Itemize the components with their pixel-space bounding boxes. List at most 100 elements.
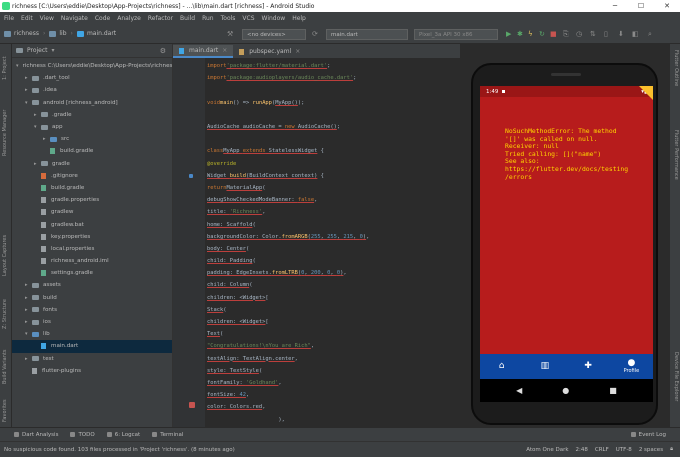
menu-build[interactable]: Build <box>180 15 195 22</box>
gradle-sync-icon[interactable]: ⇅ <box>590 30 596 38</box>
sync-icon[interactable]: ⟳ <box>312 30 318 38</box>
chevron-right-icon[interactable]: ▸ <box>34 112 41 118</box>
debug-icon[interactable]: ✱ <box>517 30 523 38</box>
tree-item[interactable]: key.properties <box>12 231 172 243</box>
chevron-down-icon[interactable]: ▾ <box>52 47 55 54</box>
tab-main-dart[interactable]: main.dart × <box>173 45 234 58</box>
phone-screen[interactable]: 1:49 ▾▮ NoSuchMethodError: The method '[… <box>480 86 653 402</box>
tree-item[interactable]: gradlew.bat <box>12 218 172 230</box>
tree-item[interactable]: ▾ lib <box>12 328 172 340</box>
sdk-manager-icon[interactable]: ⬇ <box>618 30 624 38</box>
favorites-tab[interactable]: Favorites <box>2 399 8 422</box>
tree-item[interactable]: gradlew <box>12 206 172 218</box>
breadcrumb-project[interactable]: richness <box>14 30 39 37</box>
hot-reload-icon[interactable]: ϟ <box>528 30 533 38</box>
menu-analyze[interactable]: Analyze <box>117 15 141 22</box>
tree-item[interactable]: ▾ richness C:\Users\eddie\Desktop\App-Pro… <box>12 60 175 72</box>
tree-item[interactable]: .gitignore <box>12 170 172 182</box>
nav-group[interactable]: ✚ <box>567 362 610 371</box>
tree-item[interactable]: settings.gradle <box>12 267 172 279</box>
chevron-right-icon[interactable]: ▸ <box>25 75 32 81</box>
event-log-tab[interactable]: Event Log <box>630 432 666 438</box>
close-tab-icon[interactable]: × <box>222 47 227 54</box>
home-button-icon[interactable]: ● <box>562 386 569 395</box>
line-separator[interactable]: CRLF <box>595 447 609 453</box>
tree-item[interactable]: main.dart <box>12 340 172 353</box>
tree-item[interactable]: ▸ gradle <box>12 158 172 170</box>
stop-icon[interactable]: ■ <box>550 30 557 38</box>
tree-item[interactable]: flutter-plugins <box>12 365 172 377</box>
tree-item[interactable]: richness_android.iml <box>12 255 172 267</box>
menu-help[interactable]: Help <box>292 15 306 22</box>
layout-captures-tab[interactable]: Layout Captures <box>2 235 8 276</box>
build-variants-tab[interactable]: Build Variants <box>2 350 8 384</box>
chevron-right-icon[interactable]: ▸ <box>25 307 32 313</box>
attach-icon[interactable]: ⎘ <box>563 30 569 39</box>
layout-inspector-icon[interactable]: ◧ <box>632 30 639 38</box>
nav-profile[interactable]: ● Profile <box>610 359 653 375</box>
chevron-down-icon[interactable]: ▾ <box>25 100 32 106</box>
tab-pubspec-yaml[interactable]: pubspec.yaml × <box>233 45 306 58</box>
tree-item[interactable]: build.gradle <box>12 182 172 194</box>
menu-refactor[interactable]: Refactor <box>148 15 173 22</box>
tree-item[interactable]: ▸ src <box>12 133 172 145</box>
menu-code[interactable]: Code <box>95 15 110 22</box>
flutter-performance-tab[interactable]: Flutter Performance <box>673 130 679 180</box>
tree-item[interactable]: ▸ .dart_tool <box>12 72 172 84</box>
recents-icon[interactable]: ■ <box>609 386 617 395</box>
menu-view[interactable]: View <box>40 15 54 22</box>
chevron-right-icon[interactable]: ▸ <box>25 87 32 93</box>
gear-icon[interactable]: ⚙ <box>160 47 166 55</box>
menu-vcs[interactable]: VCS <box>242 15 254 22</box>
tree-item[interactable]: ▸ .gradle <box>12 109 172 121</box>
run-icon[interactable]: ▶ <box>506 30 511 38</box>
search-icon[interactable]: ⌕ <box>648 30 652 39</box>
run-config-selector[interactable]: main.dart <box>326 29 408 40</box>
tree-item[interactable]: build.gradle <box>12 145 172 157</box>
avd-manager-icon[interactable]: ▯ <box>604 30 608 38</box>
project-view-selector[interactable]: Project <box>27 47 48 54</box>
caret-position[interactable]: 2:48 <box>576 447 588 453</box>
editor-gutter[interactable] <box>173 58 205 427</box>
project-tool-tab[interactable]: 1: Project <box>2 56 8 80</box>
dart-analysis-tab[interactable]: Dart Analysis <box>14 432 58 438</box>
nav-stats[interactable]: ▥ <box>523 362 566 371</box>
chevron-down-icon[interactable]: ▾ <box>34 124 41 130</box>
menu-file[interactable]: File <box>4 15 14 22</box>
tree-item[interactable]: ▸ assets <box>12 279 172 291</box>
chevron-down-icon[interactable]: ▾ <box>16 63 19 69</box>
structure-tab[interactable]: Z: Structure <box>2 299 8 329</box>
todo-tab[interactable]: TODO <box>70 432 95 438</box>
maximize-icon[interactable]: ☐ <box>628 2 654 10</box>
chevron-right-icon[interactable]: ▸ <box>25 356 32 362</box>
device-file-explorer-tab[interactable]: Device File Explorer <box>673 352 679 401</box>
chevron-right-icon[interactable]: ▸ <box>34 161 41 167</box>
device-selector[interactable]: <no devices> <box>242 29 306 40</box>
chevron-right-icon[interactable]: ▸ <box>25 295 32 301</box>
breakpoint-marker[interactable] <box>189 402 195 408</box>
avd-selector[interactable]: Pixel_3a API 30 x86 <box>414 29 498 40</box>
chevron-down-icon[interactable]: ▾ <box>25 331 32 337</box>
tree-item[interactable]: ▾ android [richness_android] <box>12 97 172 109</box>
tree-item[interactable]: ▾ app <box>12 121 172 133</box>
tree-item[interactable]: gradle.properties <box>12 194 172 206</box>
menu-window[interactable]: Window <box>262 15 286 22</box>
tree-item[interactable]: ▸ test <box>12 353 172 365</box>
resource-manager-tab[interactable]: Resource Manager <box>2 110 8 156</box>
menu-run[interactable]: Run <box>202 15 214 22</box>
indent-setting[interactable]: 2 spaces <box>639 447 663 453</box>
chevron-right-icon[interactable]: ▸ <box>43 136 50 142</box>
tree-item[interactable]: ▸ fonts <box>12 304 172 316</box>
override-marker-icon[interactable] <box>189 174 193 178</box>
chevron-right-icon[interactable]: ▸ <box>25 319 32 325</box>
menu-edit[interactable]: Edit <box>21 15 33 22</box>
terminal-tab[interactable]: Terminal <box>152 432 183 438</box>
menu-navigate[interactable]: Navigate <box>61 15 88 22</box>
theme-indicator[interactable]: Atom One Dark <box>526 447 568 453</box>
code-area[interactable]: import 'package:flutter/material.dart'; … <box>207 60 461 426</box>
file-encoding[interactable]: UTF-8 <box>616 447 632 453</box>
profiler-icon[interactable]: ◷ <box>576 30 582 38</box>
tree-item[interactable]: ▸ ios <box>12 316 172 328</box>
back-icon[interactable]: ◀ <box>516 386 522 395</box>
minimize-icon[interactable]: ─ <box>602 2 628 10</box>
